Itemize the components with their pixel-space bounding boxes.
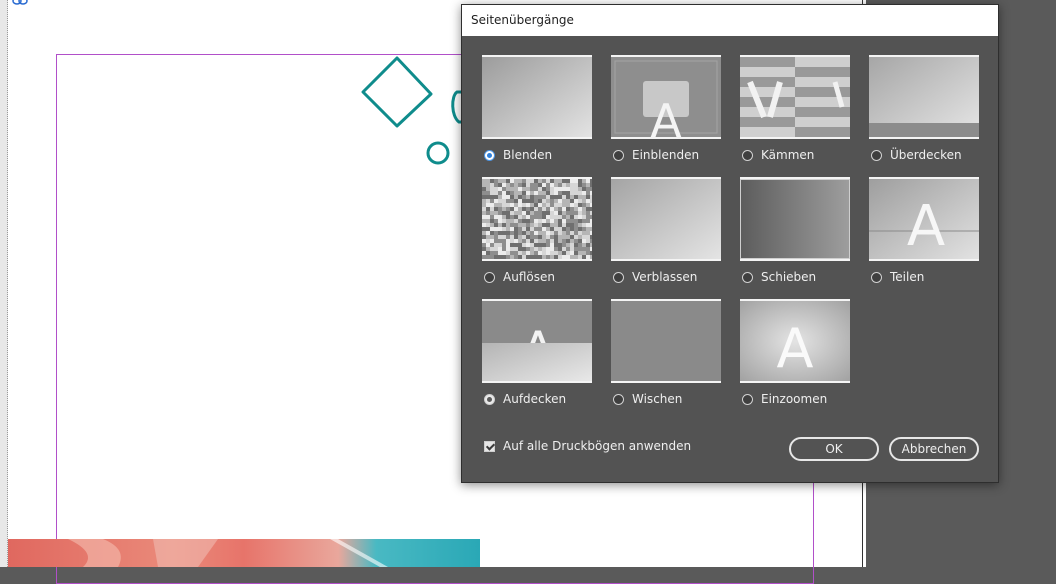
kaemmen-label: Kämmen xyxy=(761,148,815,162)
schieben-label: Schieben xyxy=(761,270,817,284)
option-wischen[interactable]: Wischen xyxy=(613,390,682,408)
schieben-thumbnail[interactable] xyxy=(740,177,850,261)
kaemmen-radio[interactable] xyxy=(742,149,753,161)
teilen-glyph: A xyxy=(907,194,945,259)
blenden-radio[interactable] xyxy=(484,149,495,161)
ueberdecken-label: Überdecken xyxy=(890,148,962,162)
wischen-label: Wischen xyxy=(632,392,683,406)
aufdecken-label: Aufdecken xyxy=(503,392,567,406)
teilen-thumbnail[interactable]: A xyxy=(869,177,979,261)
teilen-label: Teilen xyxy=(890,270,925,284)
option-blenden[interactable]: Blenden xyxy=(484,146,552,164)
checkbox-checked-icon[interactable] xyxy=(484,440,495,452)
aufloesen-label: Auflösen xyxy=(503,270,555,284)
option-teilen[interactable]: Teilen xyxy=(871,268,924,286)
einblenden-radio[interactable] xyxy=(613,149,624,161)
einblenden-label: Einblenden xyxy=(632,148,700,162)
einblenden-thumbnail[interactable]: A xyxy=(611,55,721,139)
einzoomen-thumbnail[interactable]: A xyxy=(740,299,850,383)
blenden-label: Blenden xyxy=(503,148,553,162)
verblassen-radio[interactable] xyxy=(613,271,624,283)
option-aufdecken[interactable]: Aufdecken xyxy=(484,390,566,408)
aufloesen-radio[interactable] xyxy=(484,271,495,283)
aufdecken-radio[interactable] xyxy=(484,393,495,405)
photo-image[interactable] xyxy=(8,539,480,567)
verblassen-thumbnail[interactable] xyxy=(611,177,721,261)
option-ueberdecken[interactable]: Überdecken xyxy=(871,146,962,164)
option-schieben[interactable]: Schieben xyxy=(742,268,816,286)
teilen-radio[interactable] xyxy=(871,271,882,283)
ok-button[interactable]: OK xyxy=(789,437,879,461)
blenden-thumbnail[interactable] xyxy=(482,55,592,139)
einblenden-glyph: A xyxy=(650,94,682,137)
einzoomen-label: Einzoomen xyxy=(761,392,828,406)
diamond-shape xyxy=(361,56,433,128)
link-icon xyxy=(12,0,28,5)
option-einzoomen[interactable]: Einzoomen xyxy=(742,390,827,408)
apply-all-spreads-checkbox[interactable]: Auf alle Druckbögen anwenden xyxy=(484,437,691,455)
einzoomen-radio[interactable] xyxy=(742,393,753,405)
dialog-title: Seitenübergänge xyxy=(471,13,574,27)
ueberdecken-thumbnail[interactable] xyxy=(869,55,979,139)
circle-shape xyxy=(426,141,450,165)
option-verblassen[interactable]: Verblassen xyxy=(613,268,697,286)
wischen-thumbnail[interactable] xyxy=(611,299,721,383)
cancel-button[interactable]: Abbrechen xyxy=(889,437,979,461)
option-kaemmen[interactable]: Kämmen xyxy=(742,146,814,164)
aufloesen-thumbnail[interactable] xyxy=(482,177,592,261)
shape-group[interactable] xyxy=(355,50,475,175)
wischen-radio[interactable] xyxy=(613,393,624,405)
ueberdecken-radio[interactable] xyxy=(871,149,882,161)
apply-all-label: Auf alle Druckbögen anwenden xyxy=(503,439,692,453)
option-einblenden[interactable]: Einblenden xyxy=(613,146,699,164)
verblassen-label: Verblassen xyxy=(632,270,698,284)
kaemmen-thumbnail[interactable] xyxy=(740,55,850,139)
einzoomen-glyph: A xyxy=(777,317,814,380)
dialog-titlebar[interactable]: Seitenübergänge xyxy=(462,5,998,36)
option-aufloesen[interactable]: Auflösen xyxy=(484,268,555,286)
schieben-radio[interactable] xyxy=(742,271,753,283)
vertical-ruler xyxy=(0,0,8,567)
aufdecken-thumbnail[interactable]: A xyxy=(482,299,592,383)
page-transitions-dialog: Seitenübergänge Blenden A Einblenden Käm… xyxy=(461,4,999,483)
